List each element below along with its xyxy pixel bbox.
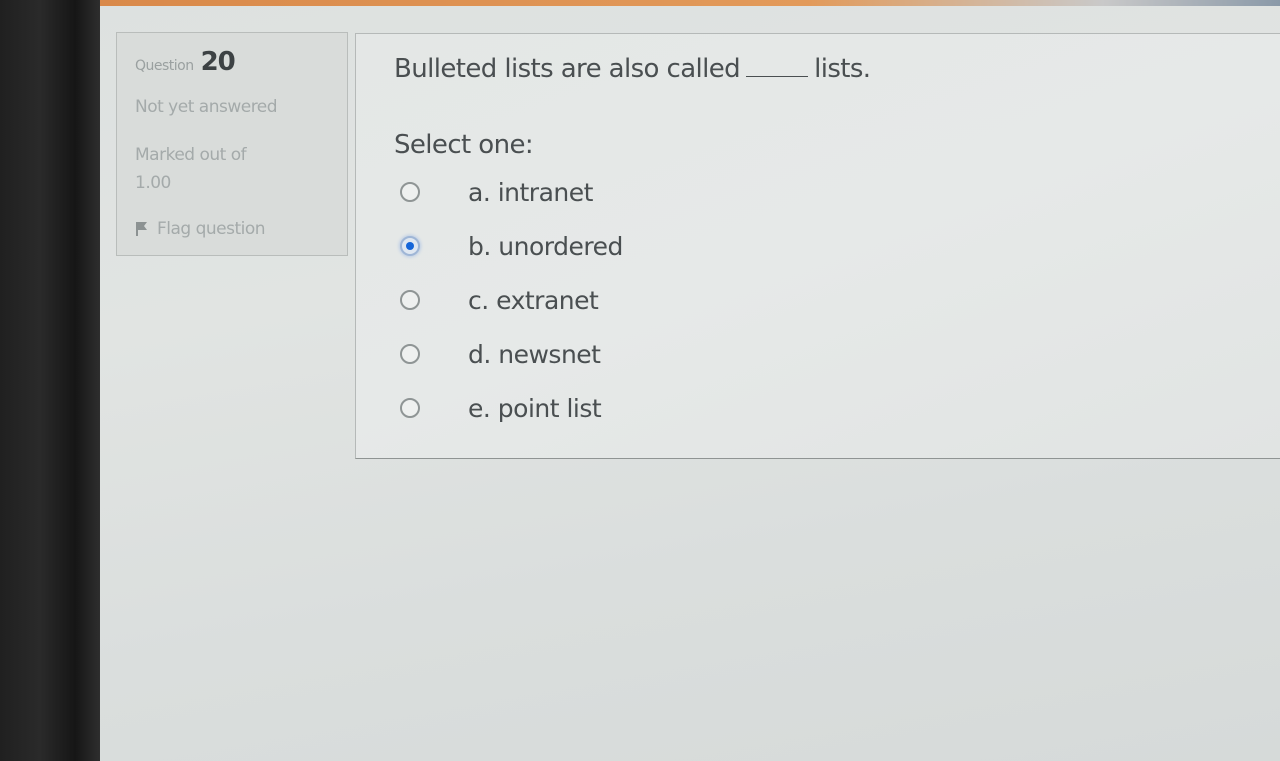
answer-option-c[interactable]: c. extranet [400, 284, 599, 316]
flag-question-link[interactable]: Flag question [135, 219, 266, 239]
answer-option-a[interactable]: a. intranet [400, 176, 593, 208]
marked-label: Marked out of [135, 145, 247, 165]
question-number-value: 20 [200, 47, 236, 77]
top-accent-bar [100, 0, 1280, 6]
answer-label-c: c. extranet [468, 285, 599, 315]
answer-option-d[interactable]: d. newsnet [400, 338, 601, 370]
question-text-start: Bulleted lists are also called [394, 54, 741, 84]
screen: Question 20 Not yet answered Marked out … [100, 0, 1280, 761]
marked-value: 1.00 [135, 173, 171, 193]
flag-question-label: Flag question [157, 219, 266, 239]
answer-label-e: e. point list [468, 393, 602, 423]
monitor-bezel [0, 0, 100, 761]
question-content-panel: Bulleted lists are also called lists. Sel… [355, 33, 1280, 459]
question-blank [746, 58, 809, 77]
radio-button-e[interactable] [400, 398, 420, 418]
question-grade: Marked out of 1.00 [135, 141, 247, 197]
answer-label-b: b. unordered [468, 231, 623, 261]
radio-button-d[interactable] [400, 344, 420, 364]
question-number: Question 20 [135, 47, 236, 77]
question-text-end: lists. [814, 54, 871, 84]
select-one-prompt: Select one: [394, 130, 534, 160]
answer-label-d: d. newsnet [468, 339, 601, 369]
answer-option-e[interactable]: e. point list [400, 392, 602, 424]
flag-icon [135, 221, 149, 237]
question-label: Question [135, 58, 194, 74]
question-text: Bulleted lists are also called lists. [394, 54, 871, 84]
answer-option-b[interactable]: b. unordered [400, 230, 623, 262]
radio-button-a[interactable] [400, 182, 420, 202]
radio-button-c[interactable] [400, 290, 420, 310]
answer-label-a: a. intranet [468, 177, 593, 207]
question-state: Not yet answered [135, 97, 278, 117]
question-info-panel: Question 20 Not yet answered Marked out … [116, 32, 348, 256]
radio-button-b[interactable] [400, 236, 420, 256]
